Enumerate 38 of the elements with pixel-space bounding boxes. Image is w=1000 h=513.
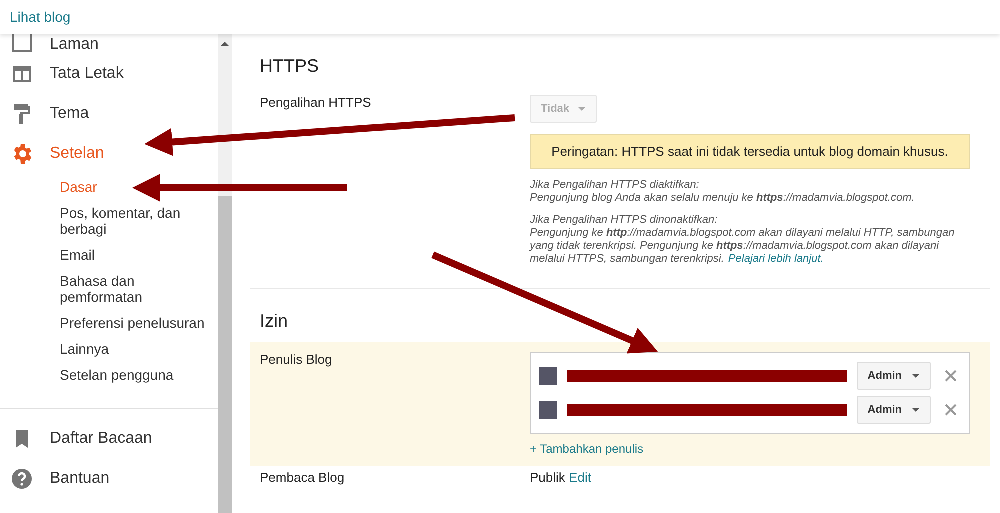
setting-label: Penulis Blog — [260, 352, 332, 367]
close-icon[interactable] — [945, 404, 957, 416]
close-icon[interactable] — [945, 370, 957, 382]
view-blog-link[interactable]: Lihat blog — [10, 9, 71, 25]
nav-item[interactable]: Daftar Bacaan — [0, 419, 218, 459]
nav-subitem[interactable]: Pos, komentar, dan berbagi — [60, 200, 216, 242]
nav-item[interactable]: Tata Letak — [0, 54, 218, 94]
edit-link[interactable]: Edit — [569, 470, 592, 485]
nav-subitem[interactable]: Email — [60, 242, 216, 268]
avatar-placeholder — [539, 401, 557, 419]
nav-item[interactable]: Setelan — [0, 134, 218, 174]
section-heading: Izin — [260, 311, 288, 332]
setting-label: Pengalihan HTTPS — [260, 95, 372, 110]
help-icon — [10, 467, 34, 491]
nav-item[interactable]: Bantuan — [0, 459, 218, 499]
avatar-placeholder — [539, 367, 557, 385]
info-text: Pengunjung ke http://madamvia.blogspot.com akan dilayani melalui HTTP, sambungan yang tidak terenkripsi. Pengunjung ke https://madamvia.blogspot.com akan dilayani melalui HTTPS, sambungan terenkripsi. Pelajari lebih lanjut. — [530, 227, 956, 266]
setting-label: Pembaca Blog — [260, 470, 345, 485]
readers-value: Publik — [530, 470, 566, 485]
info-text: Pengunjung blog Anda akan selalu menuju ke https://madamvia.blogspot.com. — [530, 192, 916, 205]
nav-subitem[interactable]: Setelan pengguna — [60, 362, 216, 388]
info-text: Jika Pengalihan HTTPS dinonaktifkan: — [530, 214, 719, 227]
nav-item[interactable]: Laman — [0, 34, 218, 54]
info-text: Jika Pengalihan HTTPS diaktifkan: — [530, 179, 700, 192]
nav-subitem[interactable]: Lainnya — [60, 336, 216, 362]
nav-item[interactable]: Tema — [0, 94, 218, 134]
nav-subitem[interactable]: Preferensi penelusuran — [60, 310, 216, 336]
nav-subitem[interactable]: Bahasa dan pemformatan — [60, 268, 216, 310]
section-heading: HTTPS — [260, 56, 320, 77]
scrollbar-thumb[interactable] — [218, 196, 232, 513]
scroll-up-icon[interactable] — [221, 42, 229, 46]
learn-more-link[interactable]: Pelajari lebih lanjut. — [728, 253, 824, 265]
role-dropdown[interactable]: Admin — [856, 396, 932, 424]
pages-icon — [10, 34, 34, 54]
add-author-link[interactable]: + Tambahkan penulis — [530, 442, 644, 456]
role-dropdown[interactable]: Admin — [856, 362, 932, 390]
warning-banner: Peringatan: HTTPS saat ini tidak tersedia untuk blog domain khusus. — [530, 134, 970, 169]
nav-subitem[interactable]: Dasar — [60, 174, 216, 200]
